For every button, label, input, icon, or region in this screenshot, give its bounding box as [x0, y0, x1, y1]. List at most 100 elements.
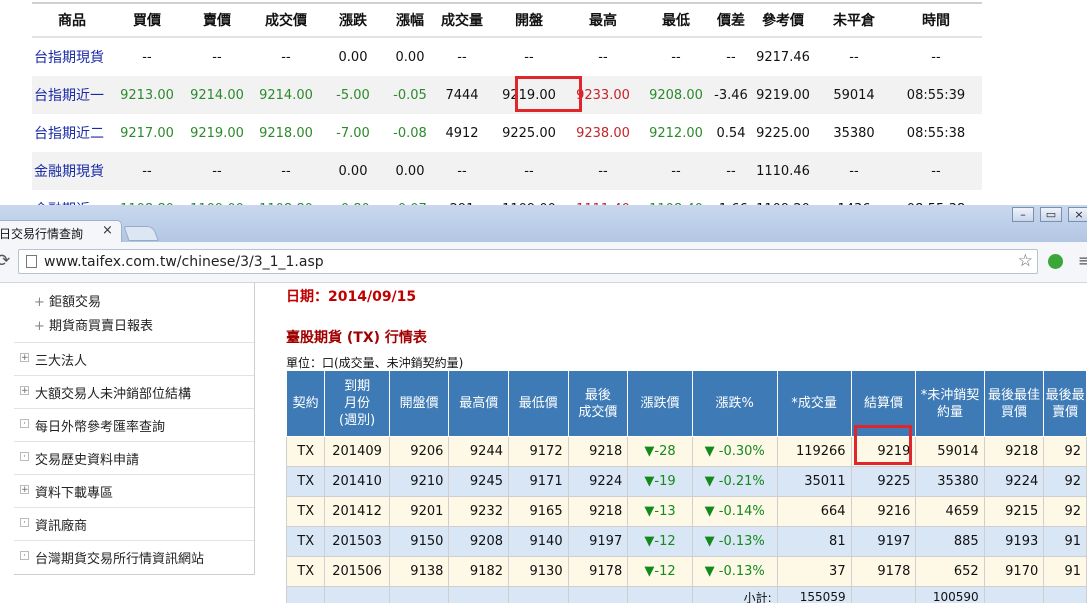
sidebar-subitem-broker-report[interactable]: + 期貨商買賣日報表 [34, 315, 153, 334]
quote-header-cell: 買價 [112, 4, 182, 38]
quote-cell: -- [671, 49, 681, 65]
futures-cell: 9138 [388, 556, 450, 587]
quote-cell: 1110.46 [748, 152, 818, 190]
sidebar-item[interactable]: · 資訊廠商 [14, 507, 254, 541]
quote-cell: -- [568, 152, 638, 190]
quote-cell: -0.05 [386, 76, 434, 114]
futures-cell: 9171 [508, 466, 569, 497]
futures-header-cell: 最高價 [448, 370, 509, 437]
quote-cell: -- [714, 152, 748, 190]
browser-tab[interactable]: 日交易行情查詢 × [0, 220, 122, 242]
quote-header-cell: 最高 [568, 4, 638, 38]
product-link[interactable]: 金融期現貨 [32, 152, 112, 190]
quote-cell: 9217.46 [756, 49, 810, 65]
futures-cell: 9218 [567, 436, 629, 467]
menu-icon[interactable]: ≡ [1078, 251, 1087, 270]
subtotal-cell [983, 586, 1045, 603]
quote-cell: -- [890, 152, 982, 190]
quote-cell: -- [212, 49, 222, 65]
futures-cell: 92 [1043, 436, 1087, 467]
quote-header-cell: 時間 [890, 4, 982, 38]
product-link[interactable]: 台指期近二 [32, 114, 112, 152]
futures-header-cell: 最後最佳 買價 [983, 370, 1045, 437]
futures-cell: 35011 [776, 466, 852, 497]
product-link[interactable]: 台指期近一 [32, 76, 112, 114]
title-bar: 日交易行情查詢 × – ▭ × [0, 205, 1087, 242]
quote-cell: -- [281, 49, 291, 65]
quote-header-cell: 賣價 [182, 4, 252, 38]
futures-cell: 9245 [448, 466, 509, 497]
sidebar-item[interactable]: + 三大法人 [14, 342, 254, 376]
new-tab-button[interactable] [123, 226, 159, 241]
product-link[interactable]: 台指期現貨 [32, 37, 112, 76]
sidebar-item[interactable]: + 大額交易人未沖銷部位結構 [14, 375, 254, 409]
expand-icon: + [20, 386, 29, 396]
quote-cell: -- [142, 49, 152, 65]
futures-cell: 59014 [915, 436, 985, 467]
futures-cell: 9197 [567, 526, 629, 557]
sidebar-item-label: 交易歷史資料申請 [35, 453, 140, 468]
sidebar-item-label: 大額交易人未沖銷部位結構 [35, 387, 192, 402]
futures-header-cell: 最後最 賣價 [1043, 370, 1087, 437]
sidebar-item-label: 每日外幣參考匯率查詢 [35, 420, 166, 435]
star-icon[interactable]: ☆ [1018, 251, 1033, 271]
quote-row: 金融期現貨 -- -- -- 0.00 0.00 -- -- -- -- -- 1110.46 -- -- [32, 152, 982, 190]
quote-header-cell: 漲幅 [386, 4, 434, 38]
close-window-button[interactable]: × [1068, 207, 1087, 222]
futures-cell: ▼ -0.21% [691, 466, 778, 497]
futures-cell: 119266 [776, 436, 852, 467]
futures-cell: 652 [915, 556, 985, 587]
quote-cell: 4912 [445, 125, 479, 141]
sidebar-item[interactable]: · 台灣期貨交易所行情資訊網站 [14, 540, 254, 574]
page-date: 日期：2014/09/15 [286, 289, 417, 305]
quote-cell: 0.00 [320, 152, 386, 190]
quote-row: 台指期近二 9217.00 9219.00 9218.00 -7.00 -0.08 4912… [32, 114, 982, 152]
minimize-button[interactable]: – [1012, 207, 1034, 222]
reload-icon[interactable]: ⟳ [0, 251, 10, 271]
quote-cell: -- [638, 152, 714, 190]
maximize-button[interactable]: ▭ [1040, 207, 1062, 222]
futures-cell: 9244 [448, 436, 509, 467]
tab-close-icon[interactable]: × [102, 223, 113, 238]
futures-header-cell: 最後 成交價 [567, 370, 629, 437]
subtotal-cell: 小計: [691, 586, 778, 603]
futures-cell: 885 [915, 526, 985, 557]
futures-cell: 92 [1043, 496, 1087, 527]
sidebar-item[interactable]: · 每日外幣參考匯率查詢 [14, 408, 254, 442]
futures-cell: ▼-13 [627, 496, 693, 527]
futures-cell: 9172 [508, 436, 569, 467]
futures-cell: 9224 [567, 466, 629, 497]
quote-cell: 9212.00 [649, 125, 703, 141]
subtotal-cell [388, 586, 450, 603]
futures-header-cell: 漲跌價 [627, 370, 693, 437]
futures-cell: 201409 [324, 436, 390, 467]
quote-cell: 9214.00 [182, 76, 252, 114]
address-bar[interactable]: www.taifex.com.tw/chinese/3/3_1_1.asp ☆ [18, 249, 1038, 274]
quote-cell: 59014 [818, 76, 890, 114]
futures-cell: 9225 [850, 466, 917, 497]
futures-cell: 9206 [388, 436, 450, 467]
quote-cell: -- [252, 152, 320, 190]
quote-cell: 08:55:39 [890, 76, 982, 114]
quote-header-cell: 參考價 [748, 4, 818, 38]
quote-cell: -5.00 [320, 76, 386, 114]
expand-icon: + [34, 295, 50, 310]
quote-cell: -- [849, 49, 859, 65]
futures-cell: 9165 [508, 496, 569, 527]
quote-cell: -- [598, 49, 608, 65]
bullet-icon: · [20, 551, 29, 561]
futures-cell: 9219 [850, 436, 917, 467]
subtotal-cell [627, 586, 693, 603]
subtotal-row: 小計: 155059 100590 [285, 586, 1087, 603]
extension-icon[interactable] [1048, 254, 1063, 269]
sidebar-item-label: 三大法人 [35, 354, 88, 369]
sidebar-item[interactable]: + 資料下載專區 [14, 474, 254, 508]
quote-cell: 9208.00 [638, 76, 714, 114]
sidebar-item[interactable]: · 交易歷史資料申請 [14, 441, 254, 475]
quote-cell: 9219.00 [490, 76, 568, 114]
quote-cell: -- [490, 152, 568, 190]
quote-cell: 9219.00 [748, 76, 818, 114]
futures-cell: 9201 [388, 496, 450, 527]
quote-cell: 0.00 [386, 152, 434, 190]
sidebar-subitem-block-trade[interactable]: + 鉅額交易 [34, 291, 101, 310]
